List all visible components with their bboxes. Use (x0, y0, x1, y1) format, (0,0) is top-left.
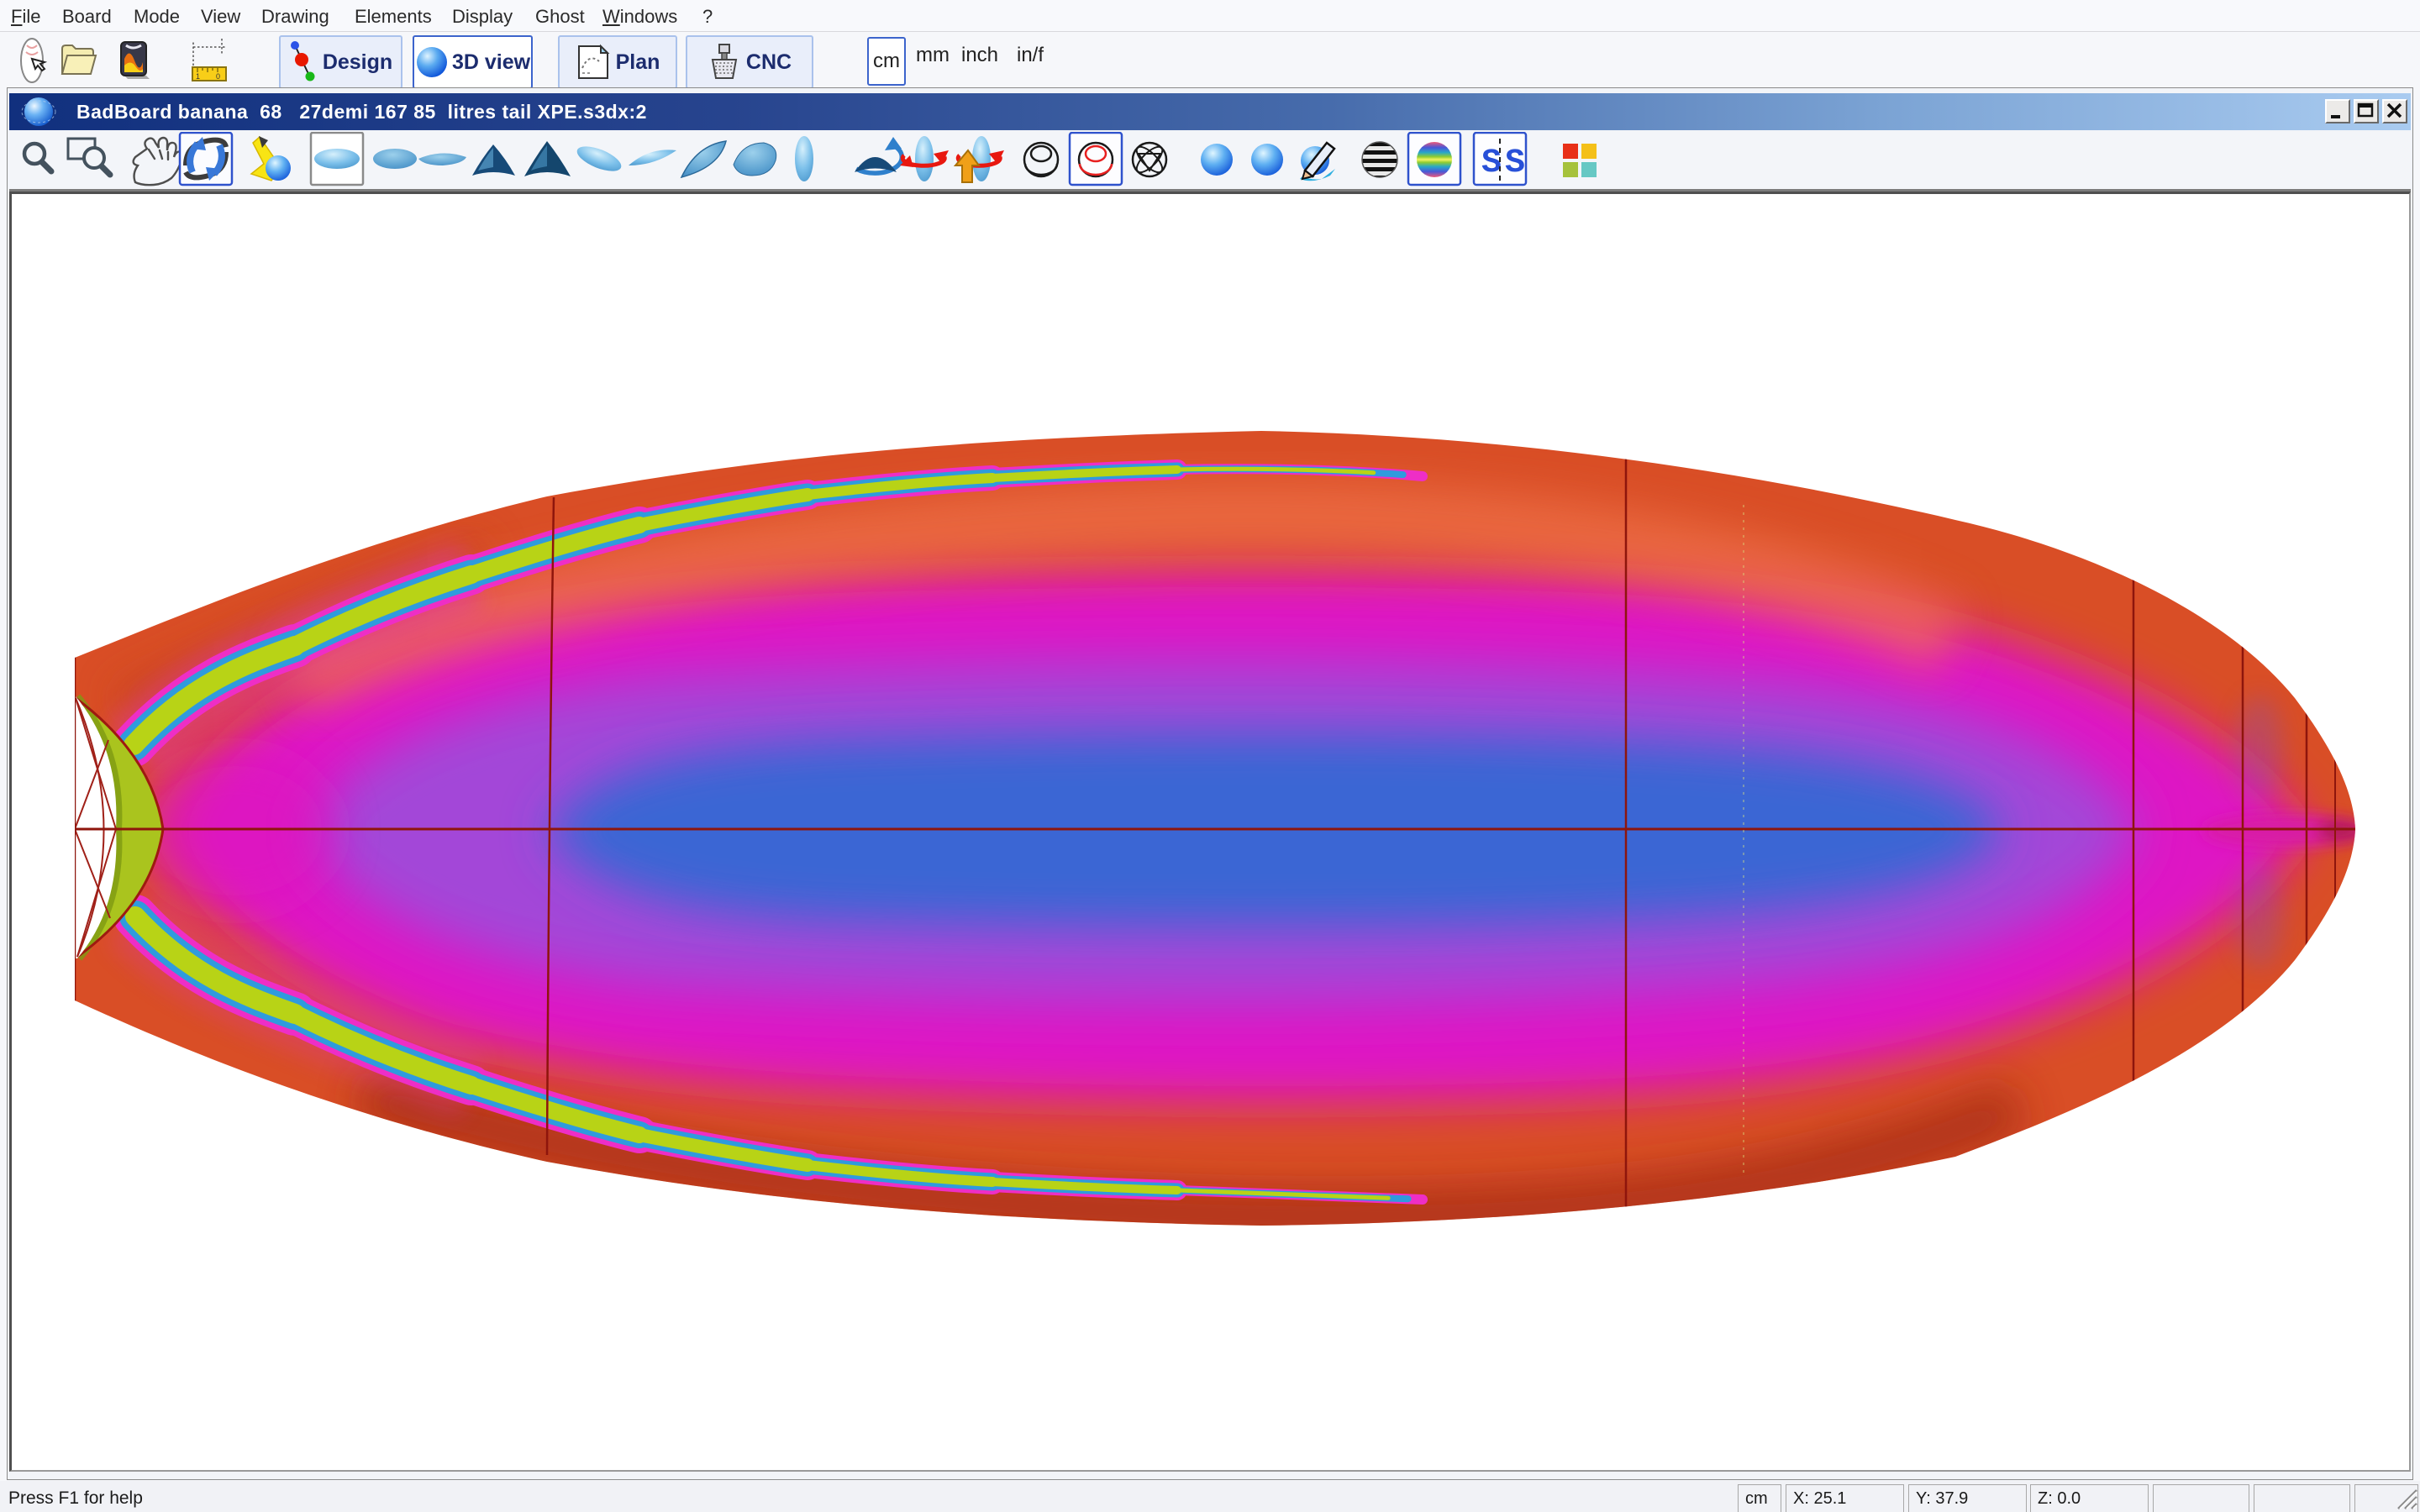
svg-text:1: 1 (196, 72, 200, 81)
svg-text:0: 0 (216, 72, 220, 81)
svg-text:S: S (1505, 144, 1525, 182)
svg-text:S: S (1481, 144, 1502, 182)
